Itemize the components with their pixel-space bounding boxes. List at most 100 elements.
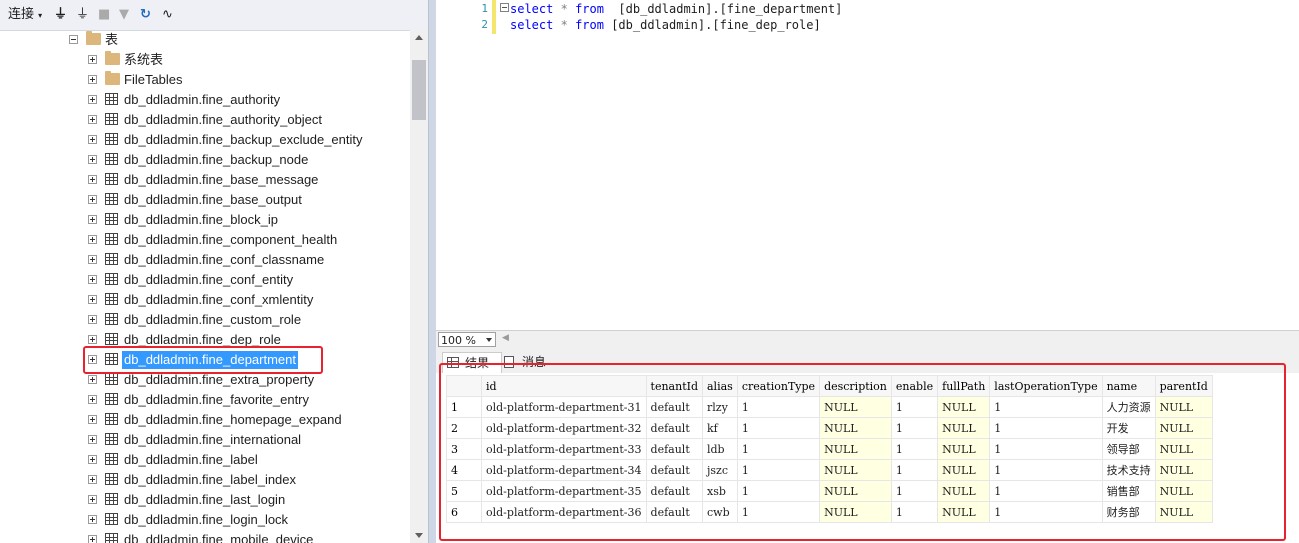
tree-node-table[interactable]: db_ddladmin.fine_conf_xmlentity — [0, 290, 410, 310]
expand-icon[interactable] — [88, 495, 97, 504]
tree-node-table[interactable]: db_ddladmin.fine_favorite_entry — [0, 390, 410, 410]
tree-node-label: db_ddladmin.fine_authority — [124, 92, 281, 107]
table-icon — [105, 113, 118, 125]
keyword: from — [575, 2, 604, 16]
table-icon — [105, 173, 118, 185]
tree-node-table[interactable]: db_ddladmin.fine_backup_exclude_entity — [0, 130, 410, 150]
highlight-box-tree — [83, 346, 323, 374]
expand-icon[interactable] — [88, 115, 97, 124]
expand-icon[interactable] — [88, 255, 97, 264]
panel-divider[interactable] — [429, 0, 436, 543]
tree-scrollbar[interactable] — [410, 30, 428, 543]
tree-node-table[interactable]: db_ddladmin.fine_last_login — [0, 490, 410, 510]
chevron-down-icon — [486, 338, 492, 342]
disconnect-icon[interactable]: ⏚ — [76, 5, 89, 25]
expand-icon[interactable] — [88, 415, 97, 424]
expand-icon[interactable] — [88, 395, 97, 404]
table-icon — [105, 293, 118, 305]
tree-node-table[interactable]: db_ddladmin.fine_base_message — [0, 170, 410, 190]
stop-icon[interactable]: ■ — [98, 5, 110, 25]
table-icon — [105, 193, 118, 205]
collapse-icon[interactable] — [69, 35, 78, 44]
filter-icon[interactable]: ▼ — [119, 5, 129, 25]
tree-node-table[interactable]: db_ddladmin.fine_authority_object — [0, 110, 410, 130]
table-icon — [105, 473, 118, 485]
operator: * — [560, 18, 568, 32]
table-icon — [105, 213, 118, 225]
expand-icon[interactable] — [88, 95, 97, 104]
expand-icon[interactable] — [88, 455, 97, 464]
tree-node-table[interactable]: db_ddladmin.fine_mobile_device — [0, 530, 410, 543]
tree-node-label: db_ddladmin.fine_login_lock — [124, 512, 289, 527]
table-icon — [105, 533, 118, 543]
tree-node-table[interactable]: db_ddladmin.fine_conf_classname — [0, 250, 410, 270]
expand-icon[interactable] — [88, 215, 97, 224]
tree-node-label: db_ddladmin.fine_international — [124, 432, 302, 447]
expand-icon[interactable] — [88, 235, 97, 244]
refresh-icon[interactable]: ↻ — [140, 5, 151, 25]
tree-node-table[interactable]: db_ddladmin.fine_base_output — [0, 190, 410, 210]
tree-node-table[interactable]: db_ddladmin.fine_login_lock — [0, 510, 410, 530]
activity-icon[interactable]: ∿ — [162, 5, 173, 25]
folder-icon — [86, 31, 101, 45]
tree-node-table[interactable]: db_ddladmin.fine_authority — [0, 90, 410, 110]
scrollbar-thumb[interactable] — [412, 60, 426, 120]
tree-node-label: db_ddladmin.fine_last_login — [124, 492, 286, 507]
tree-node-table[interactable]: db_ddladmin.fine_international — [0, 430, 410, 450]
expand-icon[interactable] — [88, 335, 97, 344]
tree-node-table[interactable]: db_ddladmin.fine_label — [0, 450, 410, 470]
tree-node-tables[interactable]: 表 — [0, 30, 410, 50]
tree-node-label: 表 — [105, 32, 119, 47]
expand-icon[interactable] — [88, 55, 97, 64]
expand-icon[interactable] — [88, 295, 97, 304]
tree-node-label: db_ddladmin.fine_label_index — [124, 472, 297, 487]
expand-icon[interactable] — [88, 275, 97, 284]
expand-icon[interactable] — [88, 475, 97, 484]
zoom-select[interactable]: 100 % — [438, 332, 496, 347]
tree-node-label: db_ddladmin.fine_backup_exclude_entity — [124, 132, 363, 147]
code-line-1[interactable]: select * from [db_ddladmin].[fine_depart… — [510, 1, 842, 17]
tree-node-table[interactable]: db_ddladmin.fine_homepage_expand — [0, 410, 410, 430]
expand-icon[interactable] — [88, 515, 97, 524]
table-icon — [105, 413, 118, 425]
operator: * — [560, 2, 568, 16]
tree-node-filetables[interactable]: FileTables — [0, 70, 410, 90]
tree-node-table[interactable]: db_ddladmin.fine_backup_node — [0, 150, 410, 170]
expand-icon[interactable] — [88, 75, 97, 84]
expand-icon[interactable] — [88, 195, 97, 204]
expand-icon[interactable] — [88, 535, 97, 543]
connect-icon[interactable]: ⏚ — [54, 5, 67, 25]
tree-node-table[interactable]: db_ddladmin.fine_conf_entity — [0, 270, 410, 290]
table-icon — [105, 333, 118, 345]
tree-node-label: db_ddladmin.fine_custom_role — [124, 312, 302, 327]
tree-node-table[interactable]: db_ddladmin.fine_custom_role — [0, 310, 410, 330]
expand-icon[interactable] — [88, 175, 97, 184]
folder-icon — [105, 51, 120, 65]
zoom-value: 100 % — [441, 334, 476, 347]
query-editor[interactable]: 1 2 select * from [db_ddladmin].[fine_de… — [436, 0, 1299, 330]
zoom-bar: 100 % ◀ — [436, 330, 1299, 349]
tree-node-table[interactable]: db_ddladmin.fine_label_index — [0, 470, 410, 490]
expand-icon[interactable] — [88, 315, 97, 324]
expand-icon[interactable] — [88, 435, 97, 444]
tree-node-table[interactable]: db_ddladmin.fine_block_ip — [0, 210, 410, 230]
tree-node-system-tables[interactable]: 系统表 — [0, 50, 410, 70]
object-explorer: 连接 ▾ ⏚ ⏚ ■ ▼ ↻ ∿ 表 系统表 FileTables db_ddl… — [0, 0, 429, 543]
tree-node-label: db_ddladmin.fine_conf_entity — [124, 272, 294, 287]
tree-node-table[interactable]: db_ddladmin.fine_component_health — [0, 230, 410, 250]
table-icon — [105, 493, 118, 505]
scroll-left-icon[interactable]: ◀ — [502, 333, 509, 343]
keyword: select — [510, 2, 554, 16]
tree-node-label: db_ddladmin.fine_base_output — [124, 192, 302, 207]
connect-button[interactable]: 连接 ▾ — [8, 5, 42, 25]
outline-collapse-icon[interactable] — [500, 3, 509, 12]
code-line-2[interactable]: select * from [db_ddladmin].[fine_dep_ro… — [510, 17, 821, 33]
tree-node-label: FileTables — [124, 72, 183, 87]
scroll-up-icon[interactable] — [415, 35, 423, 40]
expand-icon[interactable] — [88, 155, 97, 164]
scroll-down-icon[interactable] — [415, 533, 423, 538]
expand-icon[interactable] — [88, 135, 97, 144]
table-icon — [105, 253, 118, 265]
expand-icon[interactable] — [88, 375, 97, 384]
table-icon — [105, 233, 118, 245]
